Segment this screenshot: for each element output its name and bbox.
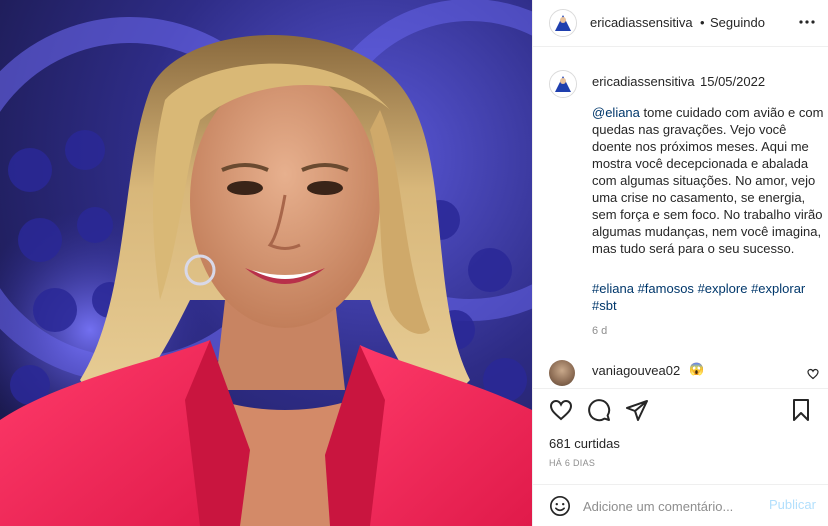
hashtag-link[interactable]: #sbt xyxy=(592,298,617,313)
emoji-icon[interactable] xyxy=(549,495,571,517)
caption-avatar-image xyxy=(550,71,576,97)
action-bar xyxy=(533,398,828,424)
commenter-username[interactable]: vaniagouvea02 xyxy=(592,363,680,378)
caption-author-avatar[interactable] xyxy=(549,70,577,98)
more-options-icon[interactable] xyxy=(799,14,815,30)
photo-illustration xyxy=(0,0,532,526)
comment-like-heart-icon[interactable] xyxy=(807,368,819,380)
post-timestamp: HÁ 6 DIAS xyxy=(549,458,596,468)
share-icon[interactable] xyxy=(625,398,649,422)
hashtag-link[interactable]: #explorar xyxy=(751,281,805,296)
separator-dot: • xyxy=(700,15,705,30)
caption-age: 6 d xyxy=(592,325,608,337)
caption-body: tome cuidado com avião e com quedas nas … xyxy=(592,105,824,256)
author-avatar-image xyxy=(550,10,576,36)
caption-author-username[interactable]: ericadiassensitiva xyxy=(592,74,695,89)
instagram-post: ericadiassensitiva • Seguindo ericadiass… xyxy=(0,0,828,526)
comment-icon[interactable] xyxy=(587,398,611,422)
like-count[interactable]: 681 curtidas xyxy=(549,436,620,451)
post-photo[interactable] xyxy=(0,0,532,526)
comment-item: vaniagouvea02 😱 xyxy=(533,358,828,386)
hashtag-link[interactable]: #explore xyxy=(698,281,748,296)
following-button[interactable]: Seguindo xyxy=(710,15,765,30)
publish-button[interactable]: Publicar xyxy=(769,497,816,512)
comment-text: 😱 xyxy=(689,362,704,376)
post-side-panel: ericadiassensitiva • Seguindo ericadiass… xyxy=(532,0,828,526)
caption-text: @eliana tome cuidado com avião e com que… xyxy=(592,104,824,257)
hashtag-list: #eliana #famosos #explore #explorar #sbt xyxy=(592,280,824,314)
author-avatar[interactable] xyxy=(549,9,577,37)
bookmark-icon[interactable] xyxy=(789,398,813,422)
hashtag-link[interactable]: #eliana xyxy=(592,281,634,296)
caption-date: 15/05/2022 xyxy=(700,74,766,89)
caption-mention-link[interactable]: @eliana xyxy=(592,105,640,120)
header-divider xyxy=(533,46,828,47)
post-header: ericadiassensitiva • Seguindo xyxy=(533,0,828,46)
actions-divider xyxy=(533,388,828,389)
author-username[interactable]: ericadiassensitiva xyxy=(590,15,693,30)
commenter-avatar[interactable] xyxy=(549,360,575,386)
comment-input[interactable] xyxy=(583,496,753,516)
hashtag-link[interactable]: #famosos xyxy=(638,281,694,296)
add-comment-bar: Publicar xyxy=(533,484,828,526)
heart-icon[interactable] xyxy=(549,398,573,422)
